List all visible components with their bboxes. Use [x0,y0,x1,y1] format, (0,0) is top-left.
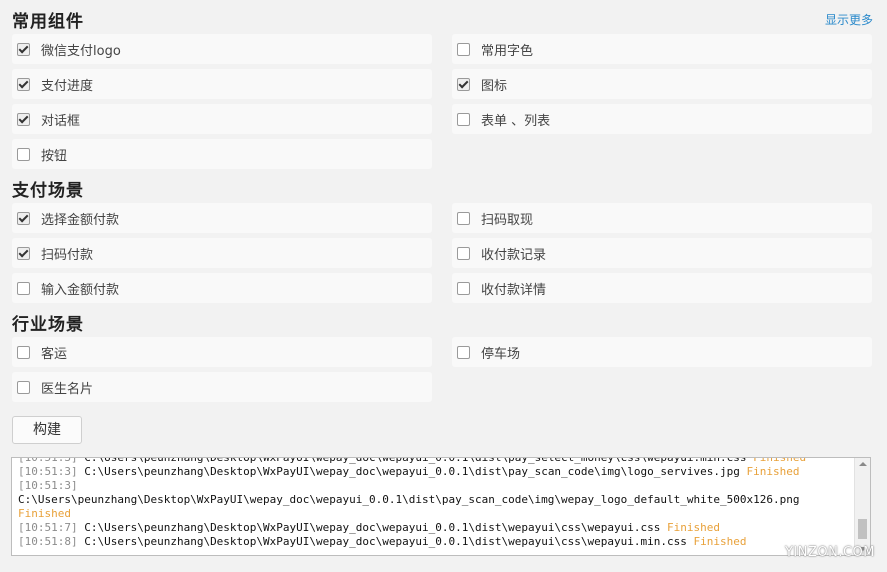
section-header-payment: 支付场景 [12,169,875,203]
log-status: Finished [753,457,807,464]
option-item[interactable]: 扫码取现 [452,203,872,233]
option-item[interactable]: 支付进度 [12,69,432,99]
log-path: C:\Users\peunzhang\Desktop\WxPayUI\wepay… [84,457,747,464]
option-item[interactable]: 图标 [452,69,872,99]
option-item[interactable]: 扫码付款 [12,238,432,268]
log-status: Finished [18,507,71,520]
log-line: [10:51:3] [18,479,852,493]
checkbox[interactable] [457,112,470,126]
checkbox-checked[interactable] [17,42,30,56]
industry-scenes-grid: 客运 停车场医生名片 [12,337,875,402]
section-title-industry: 行业场景 [12,315,84,335]
checkbox-checked[interactable] [17,112,30,126]
checkbox[interactable] [17,380,30,394]
section-title-common: 常用组件 [12,12,84,32]
section-title-payment: 支付场景 [12,181,84,201]
log-scrollbar[interactable] [854,458,870,555]
section-header-common: 常用组件 显示更多 [12,0,875,34]
checkbox[interactable] [17,281,30,295]
section-header-industry: 行业场景 [12,303,875,337]
log-ts: [10:51:3] [18,479,78,492]
checkbox[interactable] [17,345,30,359]
option-item[interactable]: 按钮 [12,139,432,169]
log-line: [10:51:7] C:\Users\peunzhang\Desktop\WxP… [18,521,852,535]
option-label: 表单 、列表 [481,113,551,129]
checkbox-checked[interactable] [17,246,30,260]
log-status: Finished [667,521,721,534]
option-item[interactable]: 医生名片 [12,372,432,402]
log-status: Finished [746,465,800,478]
scroll-thumb[interactable] [858,519,867,539]
option-item[interactable]: 选择金额付款 [12,203,432,233]
option-label: 收付款记录 [481,247,547,263]
payment-scenes-grid: 选择金额付款 扫码取现扫码付款 收付款记录输入金额付款 收付款详情 [12,203,875,303]
checkbox-checked[interactable] [17,77,30,91]
log-lines: [10:51:3] C:\Users\peunzhang\Desktop\WxP… [18,457,852,549]
log-line: [10:51:3] C:\Users\peunzhang\Desktop\WxP… [18,457,852,465]
option-label: 停车场 [481,346,521,362]
option-item[interactable]: 表单 、列表 [452,104,872,134]
option-item[interactable]: 收付款记录 [452,238,872,268]
option-label: 选择金额付款 [41,212,120,228]
checkbox[interactable] [457,211,470,225]
log-ts: [10:51:8] [18,535,78,548]
option-label: 扫码付款 [41,247,94,263]
log-line: [10:51:8] C:\Users\peunzhang\Desktop\WxP… [18,535,852,549]
log-ts: [10:51:3] [18,457,78,464]
option-label: 客运 [41,346,68,362]
option-label: 医生名片 [41,381,94,397]
option-item[interactable]: 常用字色 [452,34,872,64]
option-label: 按钮 [41,148,68,164]
option-label: 输入金额付款 [41,282,120,298]
checkbox-checked[interactable] [457,77,470,91]
log-status: Finished [693,535,747,548]
option-label: 对话框 [41,113,81,129]
log-path: C:\Users\peunzhang\Desktop\WxPayUI\wepay… [18,493,800,506]
build-button[interactable]: 构建 [12,416,82,444]
option-item[interactable]: 输入金额付款 [12,273,432,303]
option-label: 图标 [481,78,508,94]
show-more-link[interactable]: 显示更多 [825,11,873,28]
common-components-grid: 微信支付logo 常用字色支付进度 图标对话框 表单 、列表按钮 [12,34,875,169]
option-label: 常用字色 [481,43,534,59]
checkbox[interactable] [457,246,470,260]
log-line: [10:51:3] C:\Users\peunzhang\Desktop\WxP… [18,465,852,479]
log-path: C:\Users\peunzhang\Desktop\WxPayUI\wepay… [84,465,740,478]
checkbox[interactable] [457,281,470,295]
log-line: Finished [18,507,852,521]
log-ts: [10:51:7] [18,521,78,534]
option-item[interactable]: 微信支付logo [12,34,432,64]
option-item[interactable]: 客运 [12,337,432,367]
option-label: 扫码取现 [481,212,534,228]
checkbox[interactable] [457,345,470,359]
log-line: C:\Users\peunzhang\Desktop\WxPayUI\wepay… [18,493,852,507]
option-item[interactable]: 停车场 [452,337,872,367]
checkbox-checked[interactable] [17,211,30,225]
checkbox[interactable] [457,42,470,56]
option-label: 支付进度 [41,78,94,94]
build-row: 构建 [12,416,875,444]
option-item[interactable]: 对话框 [12,104,432,134]
checkbox[interactable] [17,147,30,161]
page: 常用组件 显示更多 微信支付logo 常用字色 支付进度 图标 对话框 表单 、列表 按钮 … [0,0,887,572]
option-label: 收付款详情 [481,282,547,298]
log-ts: [10:51:3] [18,465,78,478]
build-log-console[interactable]: [10:51:3] C:\Users\peunzhang\Desktop\WxP… [11,457,871,556]
watermark: YINZON.COM [784,545,875,560]
option-item[interactable]: 收付款详情 [452,273,872,303]
log-path: C:\Users\peunzhang\Desktop\WxPayUI\wepay… [84,535,687,548]
scroll-up-arrow-icon[interactable] [859,462,867,466]
option-label: 微信支付logo [41,43,121,59]
log-path: C:\Users\peunzhang\Desktop\WxPayUI\wepay… [84,521,661,534]
